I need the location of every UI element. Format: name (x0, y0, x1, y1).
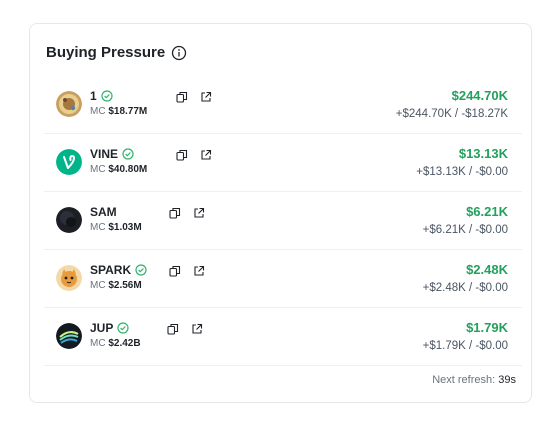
buy-sell-breakdown: +$6.21K / -$0.00 (422, 224, 508, 236)
token-name[interactable]: VINE (90, 147, 118, 161)
market-cap-label: MC (90, 338, 106, 349)
net-buy-value: $13.13K (458, 146, 508, 161)
token-actions (169, 207, 205, 219)
vine-logo-avatar (56, 149, 82, 175)
buy-sell-breakdown: +$244.70K / -$18.27K (395, 108, 508, 120)
net-buy-value: $2.48K (466, 262, 508, 277)
token-row[interactable]: SAM MC $1.03M $6.21K +$6.21K / -$0.00 (44, 192, 522, 250)
card-title: Buying Pressure (46, 44, 187, 61)
copy-icon[interactable] (176, 91, 188, 103)
token-name[interactable]: SPARK (90, 263, 131, 277)
market-cap: MC $18.77M (90, 106, 147, 117)
coin-gold-avatar (56, 91, 82, 117)
market-cap-value: $40.80M (108, 164, 148, 175)
token-name[interactable]: SAM (90, 205, 117, 219)
external-link-icon[interactable] (200, 149, 212, 161)
buying-values: $1.79K +$1.79K / -$0.00 (423, 320, 508, 352)
token-row[interactable]: VINE MC $40.80M $13.13K +$13.13K / -$0.0… (44, 134, 522, 192)
token-actions (169, 265, 205, 277)
net-buy-value: $6.21K (466, 204, 508, 219)
net-buy-value: $1.79K (466, 320, 508, 335)
buying-values: $13.13K +$13.13K / -$0.00 (416, 146, 508, 178)
jupiter-logo-avatar (56, 323, 82, 349)
copy-icon[interactable] (167, 323, 179, 335)
market-cap-label: MC (90, 106, 106, 117)
market-cap: MC $2.42B (90, 338, 141, 349)
market-cap-value: $2.42B (108, 338, 141, 349)
token-row[interactable]: 1 MC $18.77M $244.70K +$244.70K / -$18.2… (44, 76, 522, 134)
dark-circle-avatar (56, 207, 82, 233)
verified-check-icon (101, 90, 113, 102)
market-cap-value: $2.56M (108, 280, 142, 291)
buying-pressure-card: Buying Pressure 1 MC $18.77M $244.70K +$… (29, 23, 532, 403)
spark-cat-avatar (56, 265, 82, 291)
copy-icon[interactable] (169, 265, 181, 277)
verified-check-icon (135, 264, 147, 276)
token-info: VINE MC $40.80M (90, 146, 147, 175)
token-info: SAM MC $1.03M (90, 204, 142, 233)
buy-sell-breakdown: +$2.48K / -$0.00 (422, 282, 508, 294)
token-actions (167, 323, 203, 335)
info-icon[interactable] (171, 45, 187, 61)
market-cap-label: MC (90, 280, 106, 291)
token-name[interactable]: 1 (90, 89, 97, 103)
buying-values: $6.21K +$6.21K / -$0.00 (423, 204, 508, 236)
token-actions (176, 91, 212, 103)
token-info: 1 MC $18.77M (90, 88, 147, 117)
market-cap-label: MC (90, 222, 106, 233)
token-row[interactable]: JUP MC $2.42B $1.79K +$1.79K / -$0.00 (44, 308, 522, 366)
market-cap-value: $1.03M (108, 222, 142, 233)
token-info: SPARK MC $2.56M (90, 262, 147, 291)
buying-values: $244.70K +$244.70K / -$18.27K (396, 88, 508, 120)
verified-check-icon (122, 148, 134, 160)
token-actions (176, 149, 212, 161)
external-link-icon[interactable] (200, 91, 212, 103)
external-link-icon[interactable] (193, 265, 205, 277)
market-cap: MC $40.80M (90, 164, 147, 175)
token-list: 1 MC $18.77M $244.70K +$244.70K / -$18.2… (44, 76, 522, 366)
buy-sell-breakdown: +$1.79K / -$0.00 (422, 340, 508, 352)
verified-check-icon (117, 322, 129, 334)
token-info: JUP MC $2.42B (90, 320, 141, 349)
card-title-text: Buying Pressure (46, 44, 166, 61)
token-name[interactable]: JUP (90, 321, 113, 335)
market-cap-label: MC (90, 164, 106, 175)
next-refresh-label: Next refresh: (432, 374, 496, 386)
external-link-icon[interactable] (193, 207, 205, 219)
token-row[interactable]: SPARK MC $2.56M $2.48K +$2.48K / -$0.00 (44, 250, 522, 308)
market-cap: MC $2.56M (90, 280, 147, 291)
next-refresh: Next refresh: 39s (432, 374, 516, 386)
copy-icon[interactable] (169, 207, 181, 219)
external-link-icon[interactable] (191, 323, 203, 335)
buy-sell-breakdown: +$13.13K / -$0.00 (416, 166, 508, 178)
net-buy-value: $244.70K (451, 88, 508, 103)
market-cap: MC $1.03M (90, 222, 142, 233)
market-cap-value: $18.77M (108, 106, 148, 117)
copy-icon[interactable] (176, 149, 188, 161)
next-refresh-countdown: 39s (498, 374, 516, 386)
buying-values: $2.48K +$2.48K / -$0.00 (423, 262, 508, 294)
